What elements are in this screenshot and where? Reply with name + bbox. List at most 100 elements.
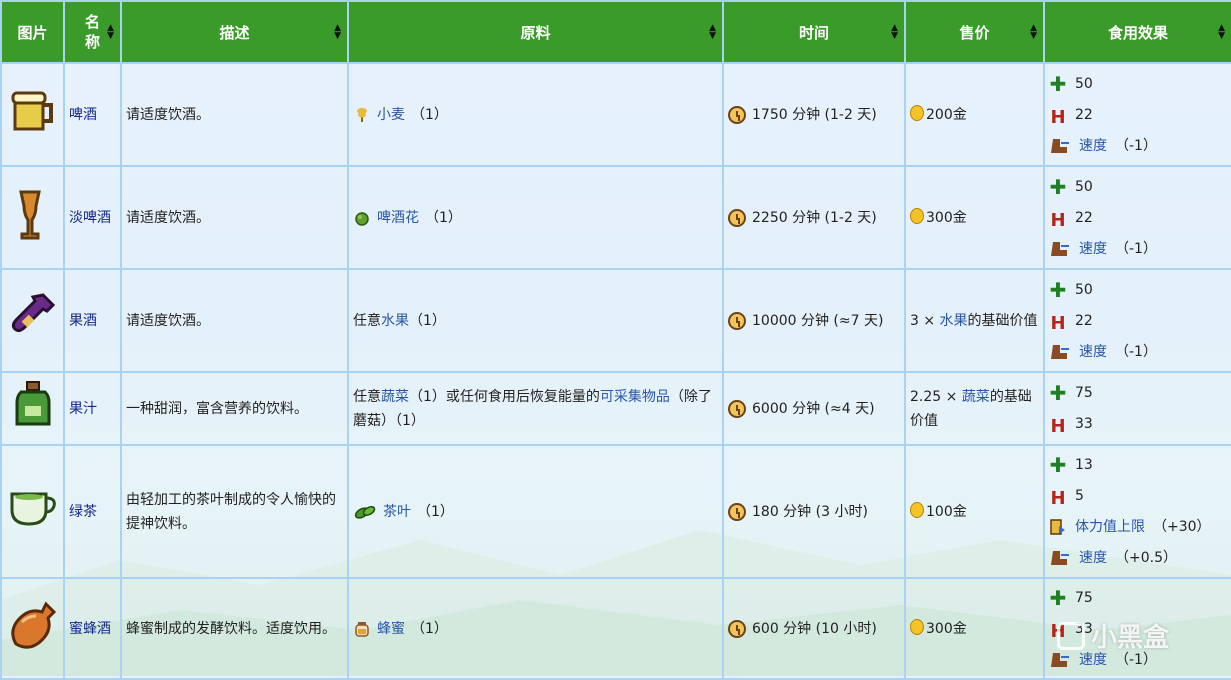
header-ingredients[interactable]: 原料 ▲ ▼ [347,0,724,64]
effects-cell: ✚ 50 H 22 速度 （-1） [1043,165,1231,270]
watermark-logo-icon [1056,621,1085,650]
header-effects[interactable]: 食用效果 ▲ ▼ [1043,0,1231,64]
ingredient-link[interactable]: 啤酒花 [377,206,419,230]
health-value: 5 [1075,488,1084,504]
health-value: 22 [1075,312,1093,329]
speed-buff-link[interactable]: 速度 [1079,134,1107,158]
header-price[interactable]: 售价 ▲ ▼ [904,0,1045,64]
time-cell: 180 分钟 (3 小时) [722,444,906,579]
max-energy-buff-link[interactable]: 体力值上限 [1075,515,1145,539]
ingredient-text-a: 任意 [353,388,381,405]
table-header-row: 图片 名称 ▲ ▼ 描述 ▲ ▼ 原料 ▲ ▼ 时间 ▲ ▼ 售价 ▲ ▼ 食用效果 ▲ ▼ [0,0,1231,64]
time-value: 600 分钟 (10 小时) [752,620,877,637]
image-cell [0,444,65,579]
image-cell [0,165,65,270]
speed-buff-value: （-1） [1115,240,1157,257]
effects-cell: ✚ 13 H5 体力值上限 （+30） 速度 （+0.5） [1043,444,1231,579]
ingredient-link[interactable]: 水果 [381,313,409,329]
energy-icon: ✚ [1049,453,1067,477]
desc-cell: 请适度饮酒。 [120,62,349,167]
health-icon: H [1050,106,1066,128]
clock-icon [728,208,746,227]
item-name-link[interactable]: 啤酒 [69,107,97,123]
effects-cell: ✚ 75 H 33 [1043,371,1231,446]
desc-cell: 由轻加工的茶叶制成的令人愉快的提神饮料。 [120,444,349,579]
clock-icon [728,399,746,418]
ingredient-prefix: 任意 [353,312,381,329]
ingredient-link[interactable]: 茶叶 [383,500,411,524]
effects-cell: ✚ 50 H 22 速度 （-1） [1043,62,1231,167]
item-name-link[interactable]: 果酒 [69,313,97,329]
ingredient-qty: （1） [425,209,462,226]
image-cell [0,371,65,446]
max-energy-icon [1050,519,1065,535]
speed-boot-icon [1051,138,1069,153]
price-link[interactable]: 蔬菜 [962,389,990,405]
speed-buff-value: （-1） [1115,343,1157,360]
price-cell: 200金 [904,62,1045,167]
header-desc[interactable]: 描述 ▲ ▼ [120,0,349,64]
time-cell: 10000 分钟 (≈7 天) [722,268,906,373]
price-cell: 2.25 × 蔬菜的基础价值 [904,371,1045,446]
time-value: 10000 分钟 (≈7 天) [752,312,884,329]
watermark: 小黑盒 [1056,617,1169,654]
mead-jug-icon [11,600,57,649]
table-row: 绿茶 由轻加工的茶叶制成的令人愉快的提神饮料。 茶叶 （1） 180 分钟 (3 … [0,444,1231,579]
header-name-label: 名称 [84,13,100,51]
sort-icon[interactable]: ▲ ▼ [1218,24,1225,41]
wheat-icon [357,107,367,122]
sort-icon[interactable]: ▲ ▼ [107,24,114,41]
speed-buff-link[interactable]: 速度 [1079,340,1107,364]
energy-icon: ✚ [1049,277,1067,302]
speed-buff-link[interactable]: 速度 [1079,237,1107,261]
ingredient-cell: 任意水果（1） [347,268,724,373]
gold-coin-icon [910,104,924,121]
price-value: 200金 [926,106,967,123]
sort-icon[interactable]: ▲ ▼ [334,24,341,41]
sort-icon[interactable]: ▲ ▼ [709,24,716,41]
description: 请适度饮酒。 [126,312,210,329]
pale-ale-icon [18,190,41,239]
watermark-text: 小黑盒 [1090,623,1169,653]
table-row: 果汁 一种甜润，富含营养的饮料。 任意蔬菜（1）或任何食用后恢复能量的可采集物品… [0,371,1231,446]
price-cell: 300金 [904,165,1045,270]
name-cell: 淡啤酒 [63,165,122,270]
item-name-link[interactable]: 淡啤酒 [69,210,111,226]
item-name-link[interactable]: 绿茶 [69,504,97,520]
header-price-label: 售价 [959,23,990,42]
wine-bottle-icon [11,292,55,332]
description: 一种甜润，富含营养的饮料。 [126,400,308,417]
sort-icon[interactable]: ▲ ▼ [891,24,898,41]
description: 由轻加工的茶叶制成的令人愉快的提神饮料。 [126,491,336,532]
description: 请适度饮酒。 [126,209,210,226]
desc-cell: 请适度饮酒。 [120,268,349,373]
item-name-link[interactable]: 果汁 [69,401,97,417]
speed-buff-link[interactable]: 速度 [1079,546,1107,570]
health-value: 22 [1075,209,1093,226]
drinks-table: 图片 名称 ▲ ▼ 描述 ▲ ▼ 原料 ▲ ▼ 时间 ▲ ▼ 售价 ▲ ▼ 食用效果 ▲ ▼ 啤酒 请适… [0,0,1231,680]
item-name-link[interactable]: 蜜蜂酒 [69,621,111,637]
forage-link[interactable]: 可采集物品 [600,389,670,405]
max-energy-buff-value: （+30） [1153,519,1211,535]
ingredient-qty: （1） [417,503,454,520]
energy-value: 75 [1075,589,1093,606]
price-value: 100金 [926,503,967,520]
header-time[interactable]: 时间 ▲ ▼ [722,0,906,64]
health-value: 22 [1075,106,1093,123]
vegetable-link[interactable]: 蔬菜 [381,389,409,405]
name-cell: 啤酒 [63,62,122,167]
price-link[interactable]: 水果 [940,313,968,329]
health-icon: H [1050,416,1066,437]
header-name[interactable]: 名称 ▲ ▼ [63,0,122,64]
sort-icon[interactable]: ▲ ▼ [1030,24,1037,41]
price-cell: 3 × 水果的基础价值 [904,268,1045,373]
tea-leaves-icon [354,505,376,519]
price-cell: 300金 [904,577,1045,680]
price-text-a: 3 × [910,312,940,329]
ingredient-link[interactable]: 蜂蜜 [377,617,405,641]
energy-value: 13 [1075,457,1093,473]
ingredient-link[interactable]: 小麦 [377,103,405,127]
table-row: 淡啤酒 请适度饮酒。 啤酒花 （1） 2250 分钟 (1-2 天) 300金 ✚… [0,165,1231,270]
name-cell: 绿茶 [63,444,122,579]
table-row: 蜜蜂酒 蜂蜜制成的发酵饮料。适度饮用。 蜂蜜 （1） 600 分钟 (10 小时)… [0,577,1231,680]
